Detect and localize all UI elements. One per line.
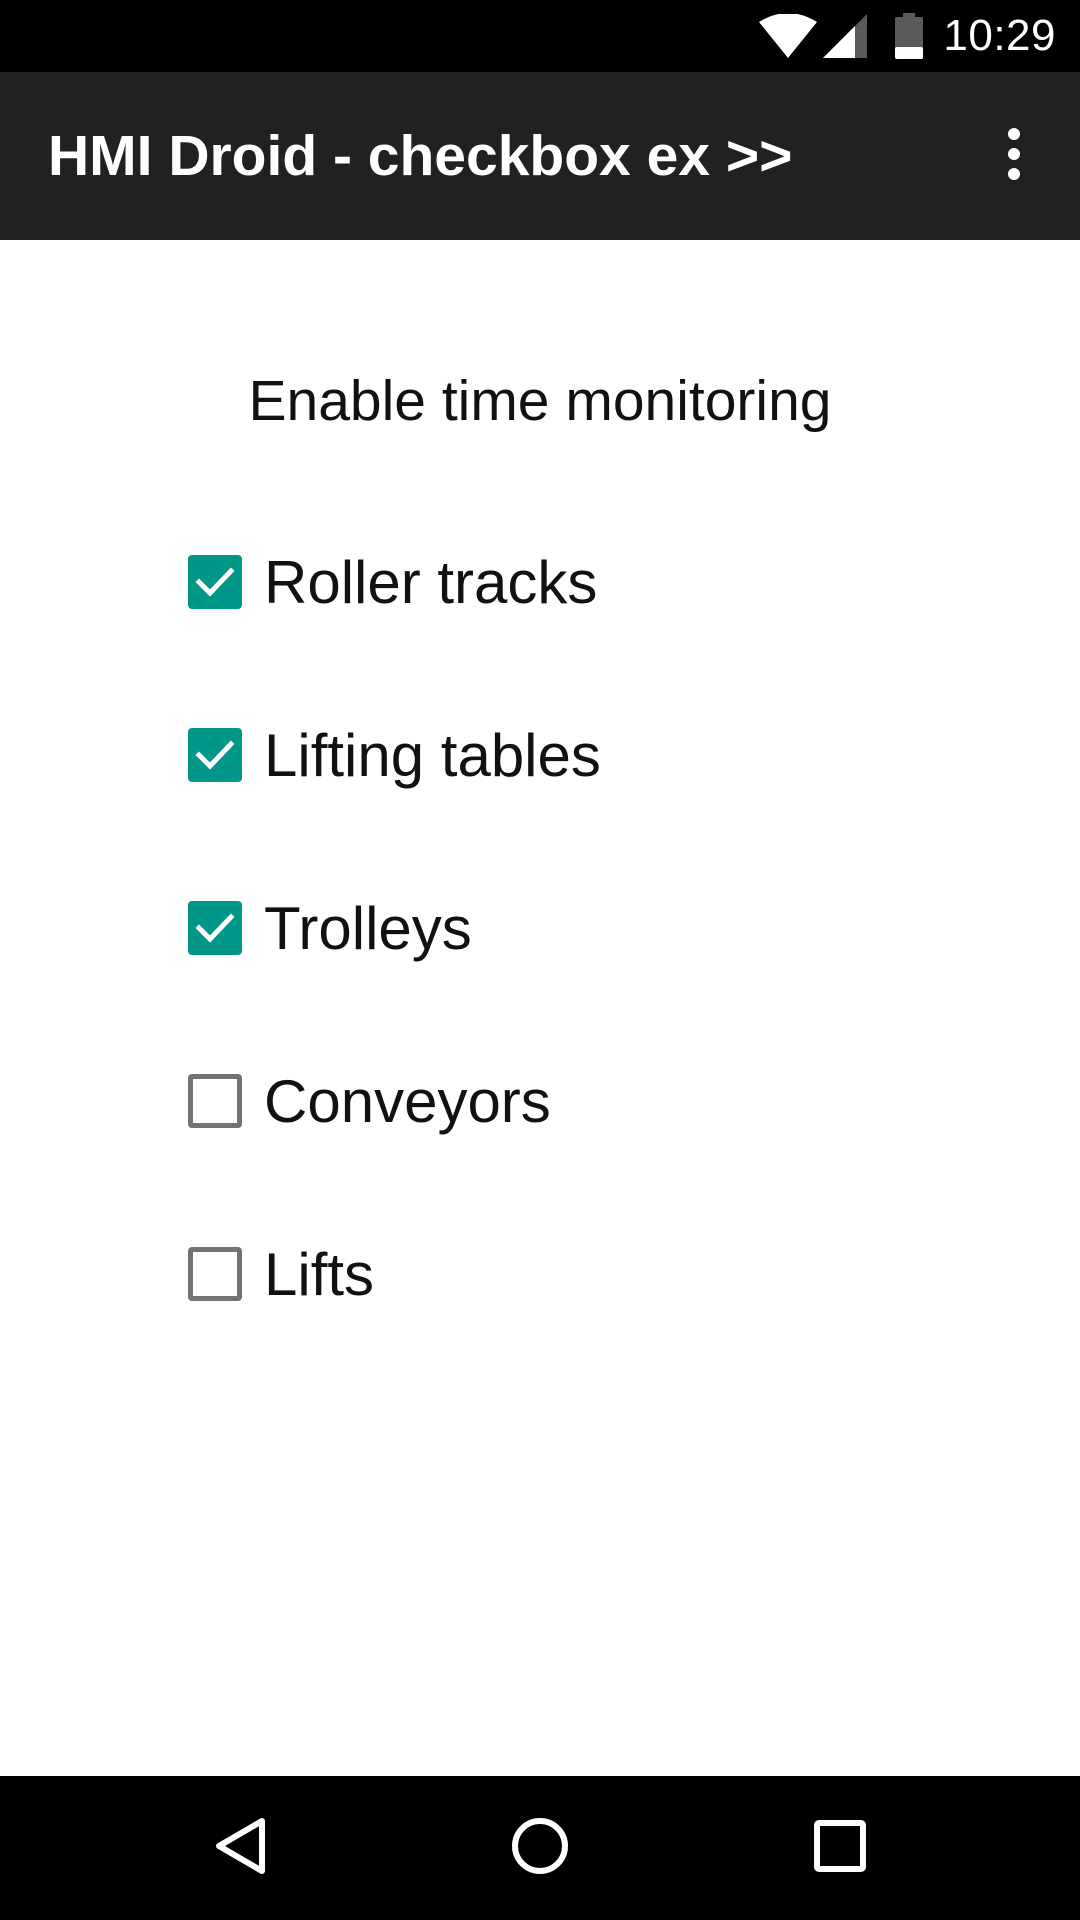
checkbox-label: Lifting tables — [264, 721, 601, 789]
recents-icon — [812, 1818, 868, 1879]
checkbox-lifting-tables[interactable]: Lifting tables — [178, 707, 601, 803]
home-button[interactable] — [450, 1776, 630, 1920]
app-bar: HMI Droid - checkbox ex >> — [0, 72, 1080, 240]
checkbox-roller-tracks[interactable]: Roller tracks — [178, 534, 597, 630]
recents-button[interactable] — [750, 1776, 930, 1920]
main-content: Enable time monitoring Roller tracks Lif… — [0, 240, 1080, 1776]
page-heading: Enable time monitoring — [248, 369, 832, 433]
home-icon — [510, 1816, 570, 1881]
more-vert-icon — [1006, 127, 1022, 185]
checkbox-label: Roller tracks — [264, 548, 598, 616]
checkbox-label: Conveyors — [264, 1067, 551, 1135]
checkbox-checked-icon[interactable] — [188, 555, 242, 609]
checkbox-conveyors[interactable]: Conveyors — [178, 1053, 551, 1149]
checkbox-checked-icon[interactable] — [188, 728, 242, 782]
back-button[interactable] — [150, 1776, 330, 1920]
checkbox-label: Lifts — [264, 1240, 375, 1308]
checkbox-unchecked-icon[interactable] — [188, 1247, 242, 1301]
checkbox-trolleys[interactable]: Trolleys — [178, 880, 472, 976]
back-icon — [212, 1816, 268, 1881]
cell-signal-icon — [823, 14, 868, 58]
checkbox-unchecked-icon[interactable] — [188, 1074, 242, 1128]
navigation-bar — [0, 1776, 1080, 1920]
wifi-icon — [759, 14, 818, 58]
status-clock: 10:29 — [943, 11, 1056, 60]
overflow-menu-button[interactable] — [948, 72, 1080, 240]
checkbox-checked-icon[interactable] — [188, 901, 242, 955]
status-icons: 10:29 — [759, 0, 1056, 72]
app-title: HMI Droid - checkbox ex >> — [48, 124, 793, 188]
checkbox-label: Trolleys — [264, 894, 472, 962]
status-bar: 10:29 — [0, 0, 1080, 72]
checkbox-lifts[interactable]: Lifts — [178, 1226, 374, 1322]
battery-icon — [895, 13, 924, 59]
